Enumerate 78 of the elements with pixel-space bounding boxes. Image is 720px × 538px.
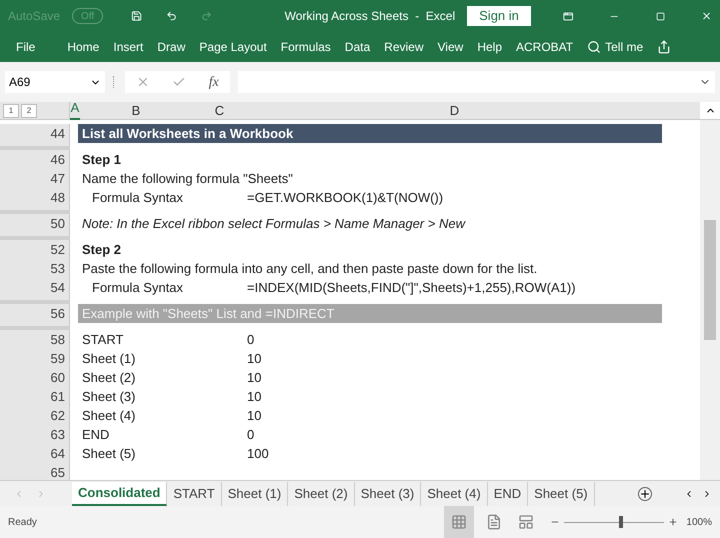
section-header: List all Worksheets in a Workbook (82, 124, 294, 143)
table-cell-text: Sheet (3) (82, 388, 136, 406)
row-header[interactable]: 62 (0, 406, 70, 425)
outline-level-button[interactable]: 1 (3, 104, 19, 118)
ribbon-tab[interactable]: View (438, 38, 464, 56)
row-header[interactable]: 53 (0, 259, 70, 278)
table-cell-text: 100 (247, 444, 269, 463)
table-cell-text: Sheet (4) (82, 406, 136, 425)
zoom-in-icon[interactable] (668, 517, 678, 527)
zoom-slider[interactable] (564, 516, 664, 528)
table-cell-text: =INDEX(MID(Sheets,FIND("]",Sheets)+1,255),ROW(A1)) (247, 278, 576, 297)
row-header[interactable]: 44 (0, 124, 70, 150)
maximize-icon[interactable] (656, 10, 665, 22)
name-box[interactable]: A69 (5, 71, 105, 93)
ribbon-tab[interactable]: ACROBAT (516, 38, 574, 56)
table-cell-text: Note: In the Excel ribbon select Formulas > Name Manager > New (82, 214, 465, 233)
zoom-thumb[interactable] (619, 516, 624, 528)
sheet-tab[interactable]: Consolidated (72, 482, 168, 506)
row-header[interactable]: 47 (0, 169, 70, 188)
section-header: Example with "Sheets" List and =INDIRECT (82, 304, 334, 323)
page-break-icon[interactable] (518, 514, 534, 530)
row-header[interactable]: 64 (0, 444, 70, 463)
column-header[interactable]: D (247, 100, 662, 120)
row-header[interactable]: 63 (0, 425, 70, 444)
row-header[interactable]: 54 (0, 278, 70, 304)
ribbon-tab[interactable]: Help (477, 38, 502, 56)
ribbon-tab[interactable]: File (16, 38, 36, 56)
title: Working Across Sheets - Excel (284, 8, 456, 25)
row-header[interactable]: 50 (0, 214, 70, 240)
autosave-label: AutoSave (8, 8, 60, 25)
search-icon[interactable] (587, 40, 602, 54)
table-cell-text: Step 2 (82, 240, 122, 259)
row-header[interactable]: 52 (0, 240, 70, 259)
column-header[interactable]: C (192, 100, 247, 120)
tell-me-field[interactable]: Tell me (605, 38, 644, 56)
table-cell-text: Sheet (5) (82, 444, 136, 463)
ribbon-tab[interactable]: Home (67, 38, 100, 56)
row-header[interactable]: 58 (0, 330, 70, 349)
table-cell-text: 10 (247, 388, 262, 406)
row-header[interactable]: 61 (0, 387, 70, 406)
table-cell-text: Sheet (2) (82, 368, 136, 387)
ribbon-tab[interactable]: Review (384, 38, 424, 56)
table-cell-text: Name the following formula "Sheets" (82, 170, 293, 188)
row-header[interactable]: 48 (0, 188, 70, 214)
ribbon-tab[interactable]: Data (344, 38, 370, 56)
row-header[interactable]: 46 (0, 150, 70, 169)
sign-in-button[interactable]: Sign in (467, 6, 531, 26)
table-cell-text: 10 (247, 350, 262, 368)
scroll-thumb[interactable] (704, 220, 716, 340)
row-header[interactable]: 56 (0, 304, 70, 330)
table-cell-text: Step 1 (82, 150, 122, 169)
table-cell-text: START (82, 330, 124, 349)
table-cell-text: 0 (247, 426, 254, 444)
table-cell-text: 0 (247, 330, 254, 349)
table-cell-text: =GET.WORKBOOK(1)&T(NOW()) (247, 188, 444, 207)
row-header[interactable]: 65 (0, 463, 70, 480)
add-sheet-icon[interactable] (638, 486, 652, 500)
formula-field[interactable] (238, 71, 715, 93)
column-header[interactable]: B (80, 100, 192, 120)
page-layout-icon[interactable] (486, 514, 502, 530)
table-cell-text: END (82, 426, 110, 444)
table-cell-text: 10 (247, 368, 262, 387)
table-cell-text: Formula Syntax (91, 278, 184, 297)
zoom-level[interactable]: 100% (686, 514, 712, 530)
share-icon[interactable] (657, 40, 672, 54)
table-cell-text: Sheet (1) (82, 350, 136, 368)
ribbon-tab[interactable]: Formulas (280, 38, 331, 56)
table-cell-text: Formula Syntax (91, 188, 184, 207)
row-header[interactable]: 59 (0, 349, 70, 368)
table-cell-text: 10 (247, 406, 262, 425)
ribbon-tab[interactable]: Insert (113, 38, 144, 56)
row-header[interactable]: 60 (0, 368, 70, 387)
ribbon-tab[interactable]: Draw (157, 38, 186, 56)
table-cell-text: Paste the following formula into any cell, and then paste paste down for the list. (82, 260, 538, 278)
insert-function-button[interactable]: fx (208, 72, 219, 92)
status-text: Ready (8, 516, 37, 530)
ribbon-tab[interactable]: Page Layout (199, 38, 267, 56)
outline-level-button[interactable]: 2 (21, 104, 37, 118)
